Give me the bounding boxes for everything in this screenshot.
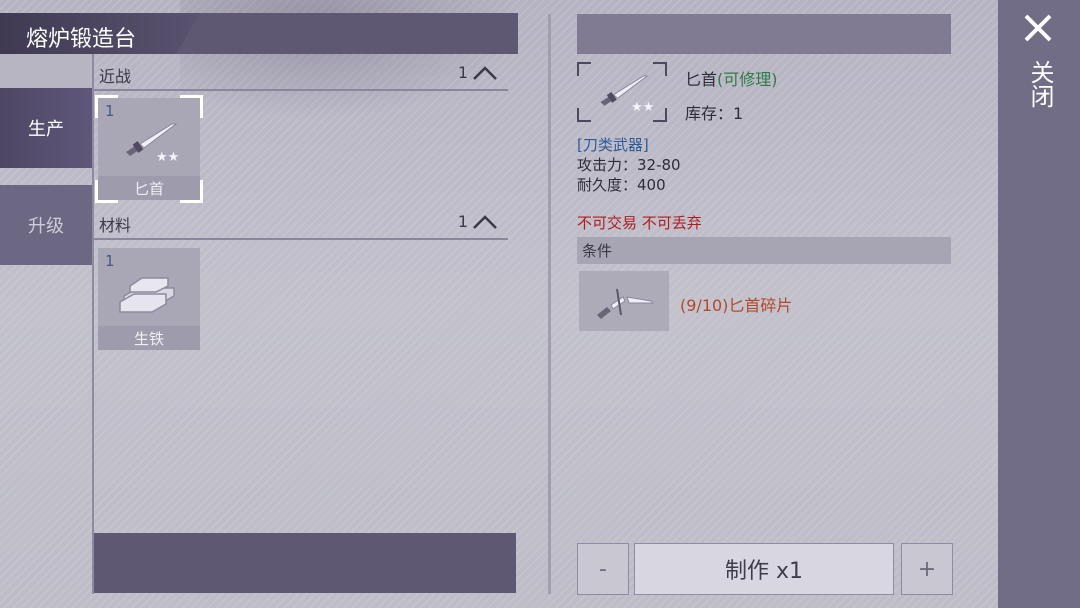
section-material-header[interactable]: 材料 1 [94, 208, 508, 240]
selection-corner [180, 95, 203, 118]
detail-stars: ★★ [631, 100, 655, 115]
condition-header: 条件 [577, 237, 951, 264]
ingot-icon [119, 277, 175, 313]
tab-upgrade[interactable]: 升级 [0, 185, 92, 265]
detail-header-bar [577, 14, 951, 54]
detail-stock: 库存：1 [685, 104, 744, 123]
decrease-button[interactable]: - [577, 543, 629, 595]
tab-upgrade-label: 升级 [28, 216, 64, 237]
left-bottom-panel [94, 533, 516, 593]
close-label-text: 关闭 [1026, 60, 1054, 108]
section-melee-header[interactable]: 近战 1 [94, 59, 508, 91]
close-label[interactable]: 关闭 [1026, 60, 1054, 114]
frame-corner [577, 108, 591, 122]
condition-item-text: (9/10)匕首碎片 [680, 296, 793, 315]
detail-warning: 不可交易 不可丢弃 [577, 214, 702, 232]
increase-button[interactable]: + [901, 543, 953, 595]
section-material-count: 1 [457, 212, 468, 231]
tab-produce[interactable]: 生产 [0, 88, 92, 168]
detail-attack: 攻击力：32-80 [577, 156, 681, 174]
section-melee-label: 近战 [99, 67, 132, 86]
detail-durability: 耐久度：400 [577, 176, 666, 194]
item-stars: ★★ [156, 150, 180, 165]
selection-corner [95, 180, 118, 203]
detail-item-name: 匕首(可修理) [685, 66, 778, 90]
selection-corner [95, 95, 118, 118]
tab-top-strip [0, 54, 92, 88]
chevron-up-icon[interactable] [472, 214, 498, 230]
detail-name-text: 匕首 [685, 70, 718, 89]
craft-button[interactable]: 制作 x1 [634, 543, 894, 595]
dagger-fragment-icon [597, 288, 655, 319]
repairable-tag: (可修理) [717, 70, 778, 89]
detail-item-icon: ★★ [577, 62, 667, 122]
item-slot-pig-iron[interactable]: 1 生铁 [98, 248, 200, 350]
condition-item-slot[interactable] [579, 271, 669, 331]
panel-separator [548, 14, 551, 594]
chevron-up-icon[interactable] [472, 65, 498, 81]
window-title: 熔炉锻造台 [26, 27, 137, 52]
detail-category: [刀类武器] [577, 136, 649, 154]
frame-corner [577, 62, 591, 76]
frame-corner [653, 108, 667, 122]
item-slot-dagger[interactable]: 1 ★★ 匕首 [95, 95, 203, 203]
tab-produce-label: 生产 [28, 119, 64, 140]
section-melee-count: 1 [457, 63, 468, 82]
section-material-label: 材料 [99, 216, 132, 235]
close-icon[interactable] [1018, 10, 1058, 50]
frame-corner [653, 62, 667, 76]
item-label: 生铁 [98, 326, 200, 350]
selection-corner [180, 180, 203, 203]
item-count: 1 [105, 252, 115, 270]
condition-header-label: 条件 [582, 242, 613, 260]
left-divider [92, 54, 94, 594]
